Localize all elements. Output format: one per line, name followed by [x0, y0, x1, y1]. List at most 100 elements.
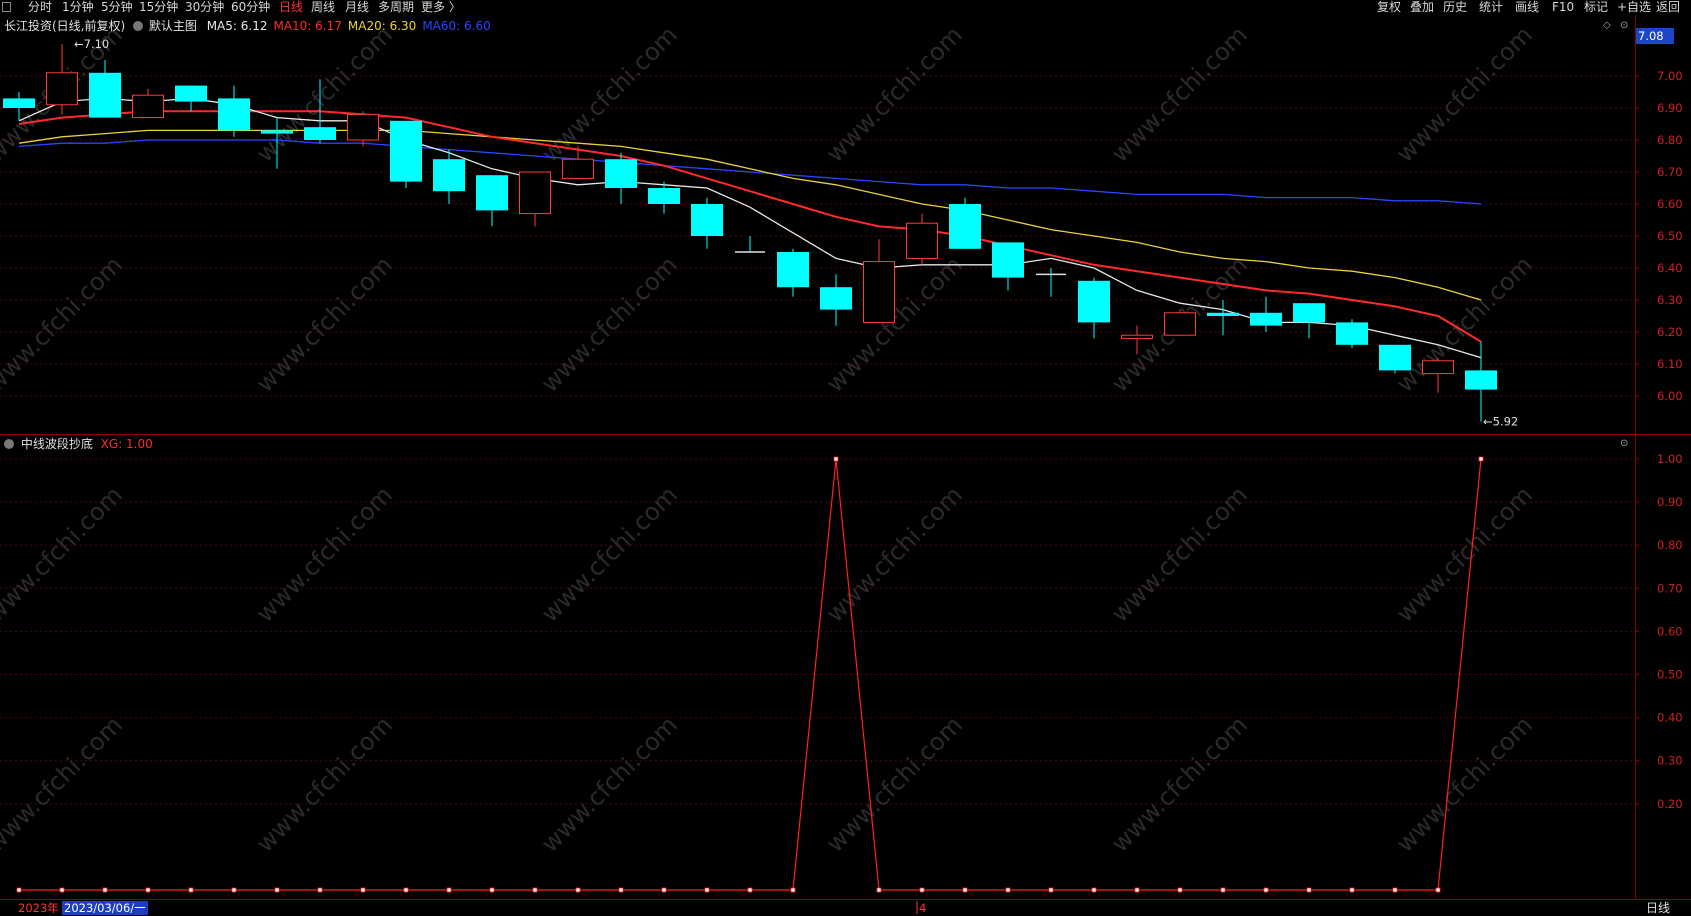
- price-tick-label-4: 6.60: [1657, 197, 1683, 211]
- candle-body-18: [777, 252, 809, 288]
- main-panel-info: 长江投资(日线,前复权) 默认主图 MA5: 6.12 MA10: 6.17 MA2…: [4, 19, 491, 34]
- xg-point-26: [1134, 887, 1140, 893]
- status-year: 2023年: [18, 901, 59, 915]
- watermark-text: www.cfchi.com: [536, 251, 683, 398]
- candle-body-27: [1164, 312, 1196, 336]
- xg-tick-label-5: 0.50: [1657, 668, 1683, 682]
- price-tick-label-8: 6.20: [1657, 325, 1683, 339]
- xg-point-3: [145, 887, 151, 893]
- candle-body-2: [89, 72, 121, 118]
- toolbar-right-item-2[interactable]: 历史: [1443, 0, 1467, 15]
- template-name[interactable]: 默认主图: [149, 19, 197, 33]
- period-tab-1[interactable]: 1分钟: [62, 0, 94, 15]
- candle-body-15: [648, 188, 680, 204]
- xg-point-16: [704, 887, 710, 893]
- xg-tick-label-3: 0.70: [1657, 581, 1683, 595]
- toolbar-right-item-4[interactable]: 画线: [1515, 0, 1539, 15]
- toolbar-right-item-0[interactable]: 复权: [1377, 0, 1401, 15]
- xg-tick-label-7: 0.30: [1657, 754, 1683, 768]
- candle-body-21: [906, 222, 938, 259]
- current-price-tag: 7.08: [1636, 28, 1674, 44]
- candle-body-32: [1379, 344, 1411, 371]
- period-tab-0[interactable]: 分时: [28, 0, 52, 15]
- template-settings-icon[interactable]: [133, 21, 144, 31]
- price-tick-label-9: 6.10: [1657, 357, 1683, 371]
- xg-point-13: [575, 887, 581, 893]
- watermark-text: www.cfchi.com: [0, 711, 128, 858]
- xg-point-27: [1177, 887, 1183, 893]
- status-mid-marker: 4: [919, 901, 927, 915]
- period-tab-9[interactable]: 多周期: [378, 0, 414, 15]
- candle-body-13: [562, 158, 594, 179]
- toolbar: 分时 1分钟 5分钟 15分钟 30分钟 60分钟 日线 周线 月线 多周期 更多 〉 复权 叠加 历史统…: [0, 0, 1691, 15]
- watermark-text: www.cfchi.com: [0, 251, 128, 398]
- xg-point-2: [102, 887, 108, 893]
- candle-body-30: [1293, 303, 1325, 323]
- ma-label-2: MA20: 6.30: [347, 19, 417, 33]
- period-tab-10[interactable]: 更多 〉: [421, 0, 461, 15]
- toolbar-right-item-5[interactable]: F10: [1552, 0, 1574, 15]
- watermark-text: www.cfchi.com: [536, 481, 683, 628]
- indicator-name[interactable]: 中线波段抄底: [21, 437, 93, 451]
- watermark-text: www.cfchi.com: [821, 711, 968, 858]
- watermark-text: www.cfchi.com: [536, 711, 683, 858]
- ma-label-1: MA10: 6.17: [273, 19, 342, 33]
- price-tick-label-5: 6.50: [1657, 229, 1683, 243]
- window-icon[interactable]: [2, 2, 11, 12]
- toolbar-right-item-1[interactable]: 叠加: [1410, 0, 1434, 15]
- period-tab-2[interactable]: 5分钟: [101, 0, 133, 15]
- watermark-text: www.cfchi.com: [251, 481, 398, 628]
- period-tab-7[interactable]: 周线: [311, 0, 335, 15]
- candle-body-3: [132, 94, 164, 119]
- watermark-text: www.cfchi.com: [251, 251, 398, 398]
- period-tab-5[interactable]: 60分钟: [231, 0, 270, 15]
- xg-point-31: [1349, 887, 1355, 893]
- watermark-text: www.cfchi.com: [821, 481, 968, 628]
- period-tab-6[interactable]: 日线: [279, 0, 303, 15]
- ma-label-0: MA5: 6.12: [206, 19, 268, 33]
- sub-panel-info: 中线波段抄底 XG: 1.00: [4, 437, 153, 452]
- period-tab-8[interactable]: 月线: [345, 0, 369, 15]
- price-tick-label-7: 6.30: [1657, 293, 1683, 307]
- xg-point-30: [1306, 887, 1312, 893]
- watermark-text: www.cfchi.com: [251, 21, 398, 168]
- status-period[interactable]: 日线: [1646, 901, 1670, 915]
- expand-icon[interactable]: ⊙: [1620, 20, 1628, 31]
- period-tab-4[interactable]: 30分钟: [185, 0, 224, 15]
- candle-body-9: [390, 120, 422, 182]
- candle-body-31: [1336, 322, 1368, 345]
- indicator-settings-icon[interactable]: [4, 439, 14, 449]
- xg-point-18: [790, 887, 796, 893]
- xg-point-17: [747, 887, 753, 893]
- candle-body-25: [1078, 280, 1110, 323]
- kline-chart-area[interactable]: 7.00 6.90 6.80 6.70 6.60 6.50 6.40 6.30 6.20 6.10…: [0, 0, 1691, 916]
- low-price-marker: ←5.92: [1483, 415, 1518, 429]
- xg-point-1: [59, 887, 65, 893]
- diamond-icon[interactable]: ◇: [1603, 20, 1611, 31]
- price-tick-label-10: 6.00: [1657, 389, 1683, 403]
- watermark-text: www.cfchi.com: [1106, 711, 1253, 858]
- xg-point-33: [1435, 887, 1441, 893]
- xg-point-10: [446, 887, 452, 893]
- xg-point-14: [618, 887, 624, 893]
- xg-point-29: [1263, 887, 1269, 893]
- period-tab-3[interactable]: 15分钟: [139, 0, 178, 15]
- toolbar-right-item-6[interactable]: 标记: [1584, 0, 1608, 15]
- stock-title[interactable]: 长江投资(日线,前复权): [4, 19, 125, 33]
- toolbar-right-item-3[interactable]: 统计: [1479, 0, 1503, 15]
- xg-point-7: [317, 887, 323, 893]
- price-tick-label-2: 6.80: [1657, 133, 1683, 147]
- candle-body-1: [46, 72, 78, 106]
- candle-body-12: [519, 171, 551, 215]
- watermark-text: www.cfchi.com: [1391, 711, 1538, 858]
- candle-body-29: [1250, 312, 1282, 326]
- xg-point-24: [1048, 887, 1054, 893]
- xg-point-15: [661, 887, 667, 893]
- xg-point-23: [1005, 887, 1011, 893]
- toolbar-right-item-8[interactable]: 返回: [1656, 0, 1680, 15]
- candle-body-16: [691, 204, 723, 236]
- high-price-marker: ←7.10: [74, 37, 109, 51]
- candle-body-7: [304, 127, 336, 140]
- sub-expand-icon[interactable]: ⊙: [1620, 438, 1628, 449]
- toolbar-right-item-7[interactable]: +自选: [1617, 0, 1651, 15]
